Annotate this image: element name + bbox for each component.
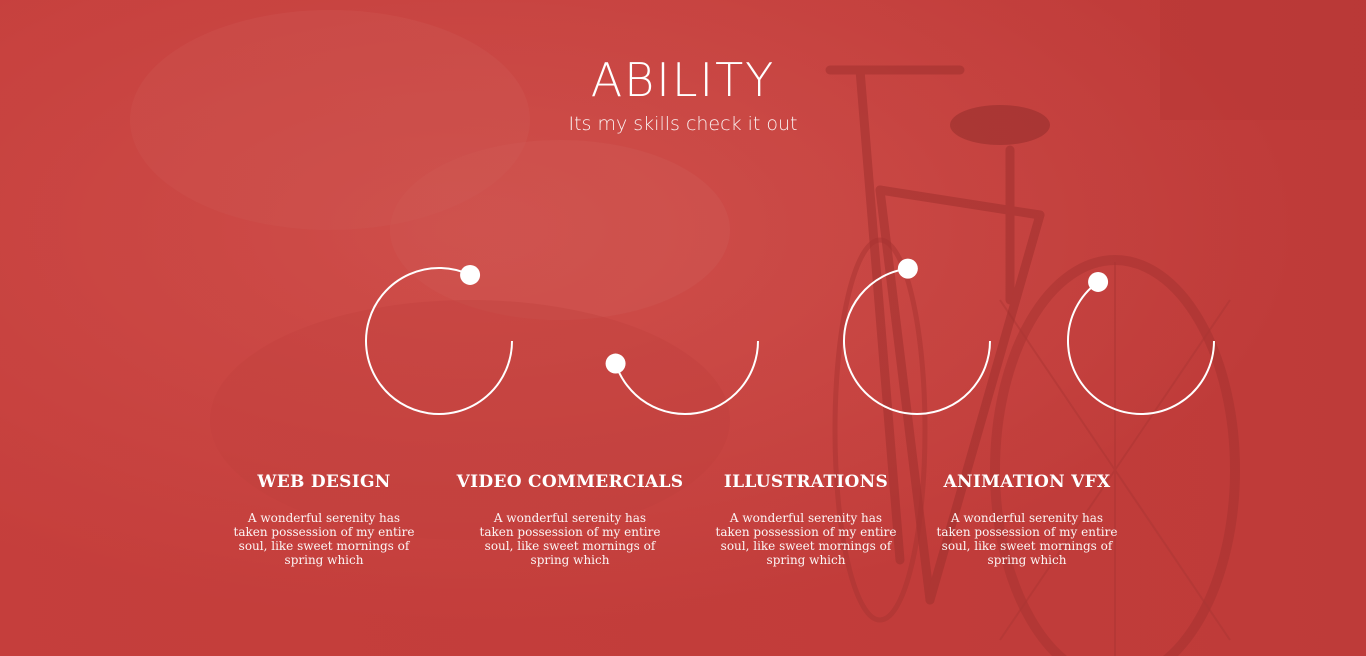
progress-arc [614,340,759,415]
progress-knob [1088,271,1109,292]
skill-title: ANIMATION VFX [943,472,1111,492]
skills-list: WEB DESIGN A wonderful serenity has take… [0,0,1366,656]
skill-description: A wonderful serenity has taken possessio… [479,511,661,567]
progress-arc [365,267,513,415]
skill-description: A wonderful serenity has taken possessio… [233,511,415,567]
skill-description: A wonderful serenity has taken possessio… [715,511,897,567]
progress-knob [460,264,481,285]
progress-knob [605,353,626,374]
skill-title: ILLUSTRATIONS [723,472,889,492]
skill-title: VIDEO COMMERCIALS [456,472,684,492]
skill-title: WEB DESIGN [257,472,391,492]
progress-knob [897,258,918,279]
skill-description: A wonderful serenity has taken possessio… [936,511,1118,567]
progress-arc [843,267,991,415]
progress-arc [1067,281,1215,415]
